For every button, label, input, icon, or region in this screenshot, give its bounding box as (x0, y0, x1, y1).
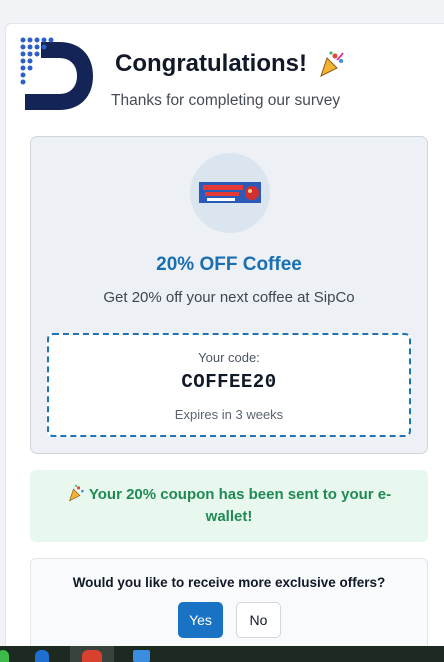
wallet-notice: Your 20% coupon has been sent to your e-… (30, 470, 428, 542)
offers-opt-in: Would you like to receive more exclusive… (30, 558, 428, 658)
page-title: Congratulations! (115, 50, 307, 77)
offer-description: Get 20% off your next coffee at SipCo (103, 289, 355, 306)
party-popper-icon (320, 51, 344, 77)
coupon-code-box[interactable]: Your code: COFFEE20 Expires in 3 weeks (47, 333, 411, 437)
chrome-icon[interactable] (82, 650, 102, 662)
opt-in-question: Would you like to receive more exclusive… (72, 575, 386, 590)
shop-local-banner (199, 182, 261, 203)
page-subtitle: Thanks for completing our survey (111, 92, 341, 109)
page-title-row: Congratulations! (115, 50, 345, 78)
edge-icon[interactable] (35, 650, 49, 662)
yes-button[interactable]: Yes (178, 602, 223, 638)
offer-title: 20% OFF Coffee (156, 254, 302, 275)
party-popper-icon (68, 484, 84, 502)
photoshop-icon[interactable] (133, 650, 150, 662)
offer-image-frame (190, 153, 270, 233)
coupon-code[interactable]: COFFEE20 (49, 371, 409, 393)
taskbar (0, 646, 444, 662)
wallet-notice-message: Your 20% coupon has been sent to your e-… (88, 486, 392, 525)
offer-card: 20% OFF Coffee Get 20% off your next cof… (30, 136, 428, 454)
coupon-expiry: Expires in 3 weeks (174, 407, 284, 422)
coupon-code-label: Your code: (198, 350, 260, 365)
app-icon[interactable] (0, 650, 9, 662)
brand-logo (20, 37, 93, 110)
no-button[interactable]: No (236, 602, 281, 638)
wallet-notice-text: Your 20% coupon has been sent to your e-… (58, 484, 400, 528)
